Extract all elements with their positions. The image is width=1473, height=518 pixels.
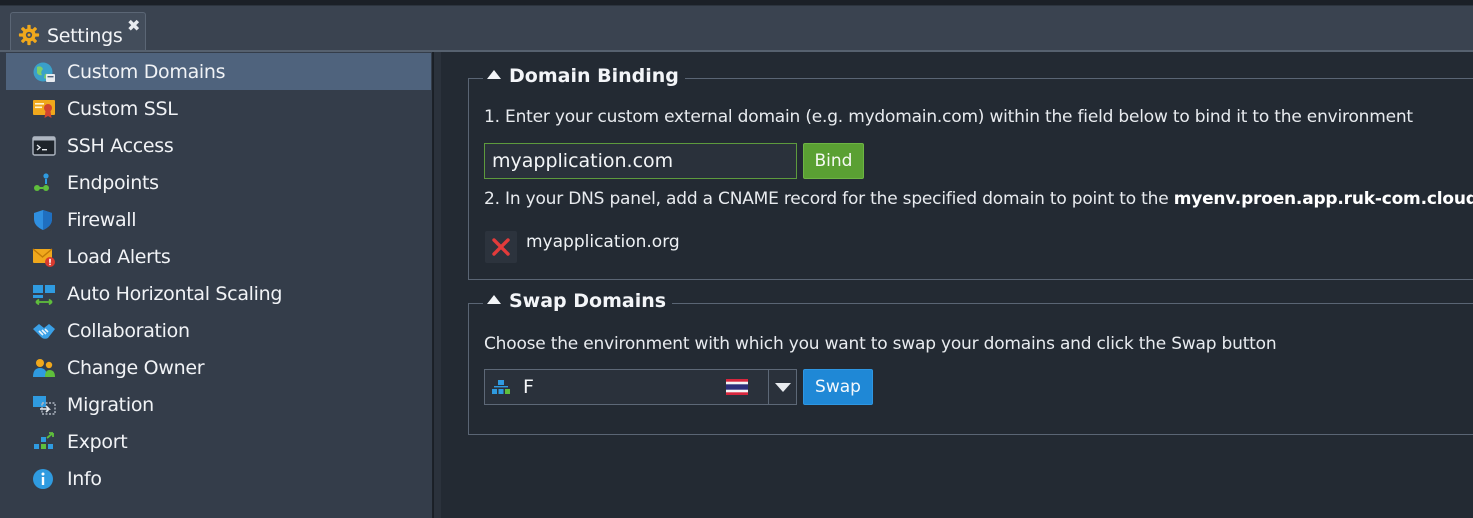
close-icon[interactable]: ✖	[127, 16, 140, 35]
info-icon	[33, 469, 53, 489]
sidebar-item-export[interactable]: Export	[6, 423, 431, 460]
close-icon	[492, 238, 510, 256]
users-icon	[33, 359, 55, 377]
sidebar-item-label: SSH Access	[67, 135, 174, 157]
terminal-icon	[32, 136, 56, 156]
domain-binding-panel: Domain Binding 1. Enter your custom exte…	[468, 65, 1473, 280]
sidebar-item-custom-ssl[interactable]: Custom SSL	[6, 90, 431, 127]
sidebar-item-label: Firewall	[67, 209, 137, 231]
endpoints-icon	[34, 173, 49, 191]
alert-envelope-icon	[32, 248, 55, 267]
selected-environment: F	[523, 376, 534, 398]
bound-domain: myapplication.org	[526, 232, 680, 252]
environment-icon	[492, 380, 510, 394]
tab-settings[interactable]: Settings ✖	[10, 12, 146, 54]
domain-binding-title: Domain Binding	[509, 65, 679, 87]
step2-instruction: 2. In your DNS panel, add a CNAME record…	[484, 189, 1473, 209]
chevron-down-icon	[775, 383, 791, 392]
sidebar-item-label: Export	[67, 431, 128, 453]
sidebar-item-change-owner[interactable]: Change Owner	[6, 349, 431, 386]
swap-button[interactable]: Swap	[803, 369, 873, 405]
swap-domains-header[interactable]: Swap Domains	[483, 290, 673, 312]
migration-icon	[33, 396, 56, 415]
panel-splitter[interactable]	[433, 52, 441, 518]
settings-sidebar: Custom Domains Custom SSL SSH Access End…	[0, 52, 433, 518]
swap-description: Choose the environment with which you wa…	[484, 334, 1277, 354]
cname-target-host: myenv.proen.app.ruk-com.cloud	[1173, 189, 1473, 209]
sidebar-item-migration[interactable]: Migration	[6, 386, 431, 423]
sidebar-item-firewall[interactable]: Firewall	[6, 201, 431, 238]
collapse-triangle-icon[interactable]	[487, 295, 501, 304]
sidebar-item-label: Endpoints	[67, 172, 159, 194]
step2-text: 2. In your DNS panel, add a CNAME record…	[484, 189, 1174, 209]
sidebar-item-label: Load Alerts	[67, 246, 171, 268]
remove-domain-button[interactable]	[485, 231, 517, 263]
handshake-icon	[33, 324, 55, 339]
bind-button[interactable]: Bind	[803, 143, 864, 179]
swap-domains-title: Swap Domains	[509, 290, 667, 312]
thailand-flag-icon	[726, 379, 748, 395]
shield-icon	[34, 210, 52, 230]
environment-select[interactable]: F	[484, 369, 797, 405]
tab-title: Settings	[47, 25, 123, 47]
tab-bar: Settings ✖	[0, 6, 1473, 54]
certificate-icon	[33, 100, 55, 118]
sidebar-item-ssh-access[interactable]: SSH Access	[6, 127, 431, 164]
domain-input[interactable]	[484, 143, 797, 179]
globe-icon	[33, 62, 55, 82]
gear-icon	[18, 24, 40, 46]
sidebar-item-auto-horizontal-scaling[interactable]: Auto Horizontal Scaling	[6, 275, 431, 312]
sidebar-item-label: Change Owner	[67, 357, 205, 379]
sidebar-item-label: Auto Horizontal Scaling	[67, 283, 283, 305]
sidebar-item-load-alerts[interactable]: Load Alerts	[6, 238, 431, 275]
sidebar-item-label: Migration	[67, 394, 154, 416]
main-content: Domain Binding 1. Enter your custom exte…	[441, 52, 1473, 518]
swap-domains-panel: Swap Domains Choose the environment with…	[468, 290, 1473, 435]
sidebar-item-collaboration[interactable]: Collaboration	[6, 312, 431, 349]
sidebar-item-info[interactable]: Info	[6, 460, 431, 497]
scaling-icon	[33, 285, 55, 305]
dropdown-trigger[interactable]	[768, 370, 797, 404]
domain-binding-header[interactable]: Domain Binding	[483, 65, 685, 87]
export-icon	[34, 432, 54, 449]
sidebar-item-label: Collaboration	[67, 320, 190, 342]
sidebar-item-endpoints[interactable]: Endpoints	[6, 164, 431, 201]
collapse-triangle-icon[interactable]	[487, 70, 501, 79]
sidebar-item-label: Custom Domains	[67, 61, 226, 83]
sidebar-item-label: Info	[67, 468, 102, 490]
sidebar-item-custom-domains[interactable]: Custom Domains	[6, 53, 431, 90]
step1-instruction: 1. Enter your custom external domain (e.…	[484, 107, 1413, 127]
sidebar-item-label: Custom SSL	[67, 98, 178, 120]
